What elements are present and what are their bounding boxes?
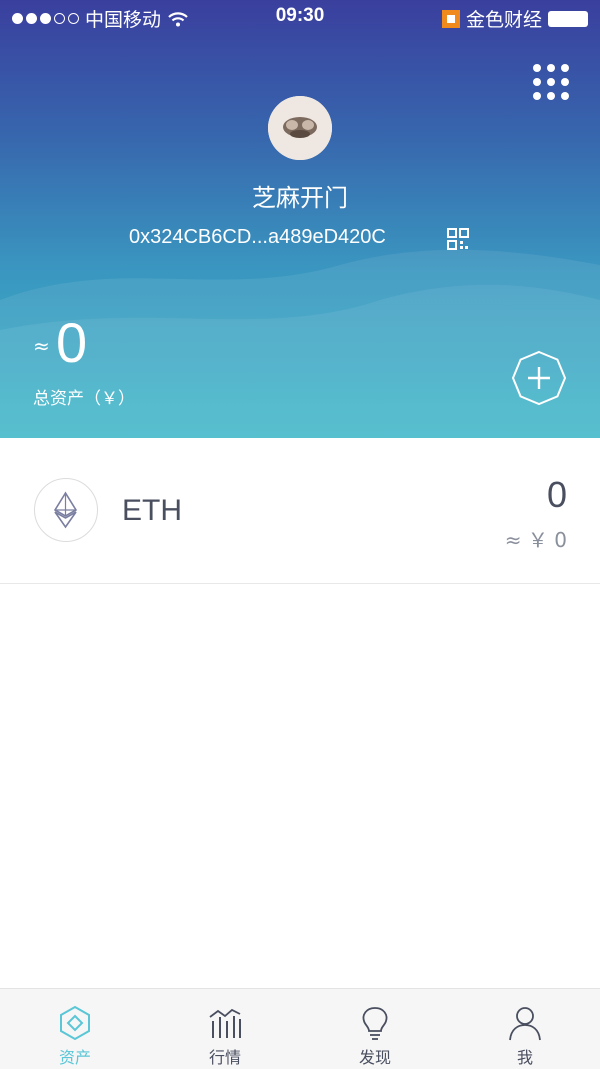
tab-market[interactable]: 行情	[150, 989, 300, 1069]
tab-discover[interactable]: 发现	[300, 989, 450, 1069]
chart-bars-icon	[209, 1008, 241, 1038]
status-bar: 中国移动 09:30 金色财经	[0, 0, 600, 34]
total-assets-label: 总资产（￥）	[33, 389, 135, 409]
wallet-name: 芝麻开门	[252, 184, 348, 212]
lightbulb-icon	[362, 1007, 388, 1040]
tab-label: 我	[516, 1048, 533, 1067]
wallet-diamond-icon	[60, 1005, 90, 1041]
tab-label: 发现	[358, 1048, 391, 1067]
wallet-address[interactable]: 0x324CB6CD...a489eD420C	[129, 226, 386, 249]
tab-profile[interactable]: 我	[450, 989, 600, 1069]
avatar-image	[268, 96, 332, 160]
battery-icon	[548, 10, 588, 27]
brand-logo-icon	[441, 9, 460, 28]
asset-row-eth[interactable]: ETH 0 ≈ ￥ 0	[0, 438, 600, 584]
wave-decoration	[0, 249, 600, 438]
approx-symbol: ≈	[33, 334, 50, 358]
grid-menu-icon[interactable]	[533, 64, 569, 100]
total-assets-value: 0	[56, 311, 88, 374]
wallet-header: 中国移动 09:30 金色财经 芝麻开门 0x324CB6CD...a489eD…	[0, 0, 600, 438]
tab-label: 资产	[58, 1048, 91, 1067]
asset-symbol: ETH	[122, 494, 182, 527]
asset-amount: 0	[546, 474, 567, 515]
avatar[interactable]	[268, 96, 332, 160]
bottom-tab-bar: 资产 行情 发现 我	[0, 988, 600, 1069]
brand-watermark: 金色财经	[465, 10, 542, 31]
asset-fiat-value: ≈ ￥ 0	[504, 528, 567, 552]
qr-code-icon[interactable]	[447, 228, 469, 250]
person-icon	[509, 1007, 541, 1041]
add-asset-button[interactable]	[511, 350, 567, 406]
ethereum-icon	[34, 478, 98, 542]
tab-assets[interactable]: 资产	[0, 989, 150, 1069]
tab-label: 行情	[208, 1048, 241, 1067]
